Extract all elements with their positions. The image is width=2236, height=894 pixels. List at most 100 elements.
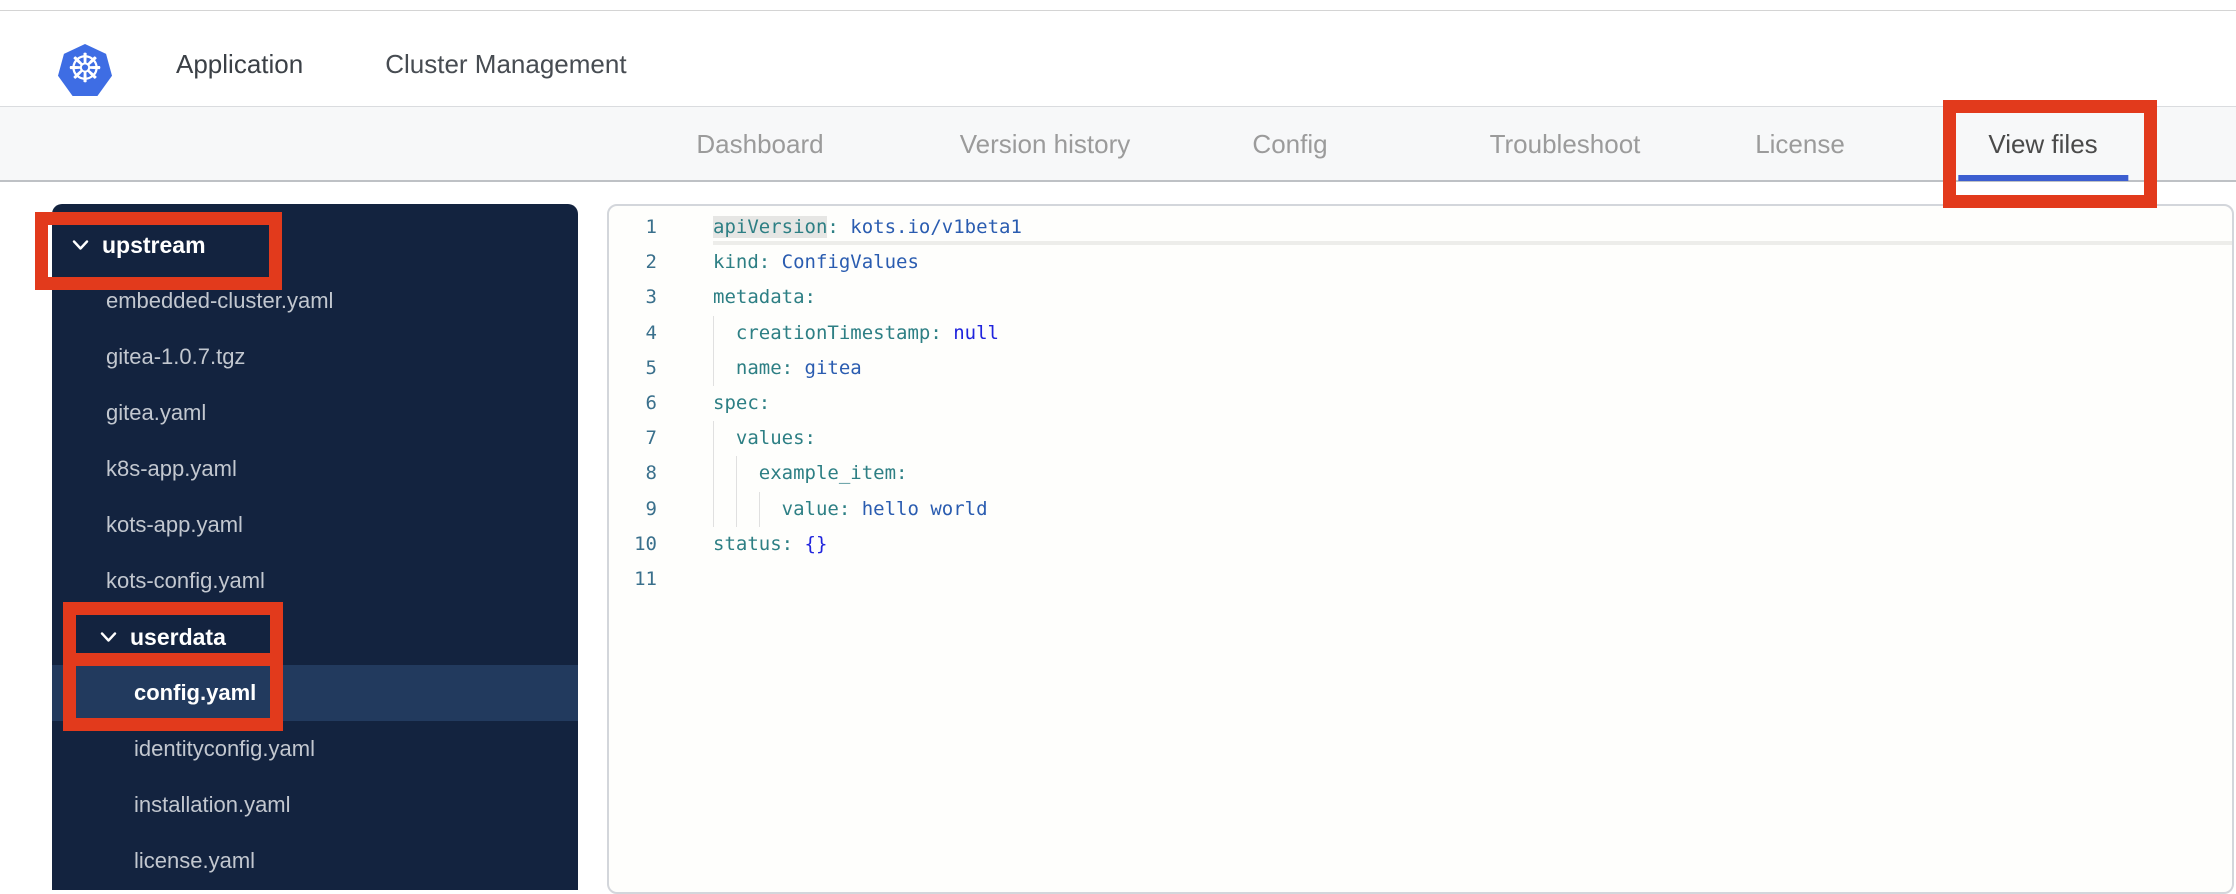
file-label: license.yaml	[134, 848, 256, 873]
app-subnav: Dashboard Version history Config Troublesho…	[0, 106, 2236, 182]
tab-cluster-management[interactable]: Cluster Management	[359, 20, 652, 115]
line-number: 10	[634, 532, 657, 555]
token: {}	[804, 532, 828, 555]
token: spec:	[713, 391, 771, 414]
line-number: 5	[645, 356, 657, 379]
code-line-11: 11	[609, 562, 2232, 597]
code-content: name: gitea	[713, 350, 862, 386]
code-line-1: 1 apiVersion: kots.io/v1beta1	[609, 210, 2232, 245]
line-number: 9	[645, 497, 657, 520]
file-label: k8s-app.yaml	[106, 456, 237, 481]
file-label: kots-app.yaml	[106, 512, 243, 537]
indent-guide	[713, 421, 736, 457]
kubernetes-logo: ☸	[58, 44, 112, 96]
indent-guide	[713, 491, 736, 527]
subnav-tab-version-history[interactable]: Version history	[960, 107, 1131, 181]
code-line-9: 9 value: hello world	[609, 491, 2232, 527]
line-number: 7	[645, 427, 657, 450]
indent-guide	[713, 456, 736, 492]
file-label: installation.yaml	[134, 792, 291, 817]
token: ConfigValues	[781, 251, 919, 274]
code-line-4: 4 creationTimestamp: null	[609, 315, 2232, 351]
file-label: config.yaml	[134, 680, 257, 705]
token: values:	[735, 427, 816, 450]
tree-item-license-yaml[interactable]: license.yaml	[52, 833, 578, 889]
file-viewer-panel[interactable]: 1 apiVersion: kots.io/v1beta1 2 kind: Confi…	[607, 204, 2234, 894]
token: status:	[713, 532, 794, 555]
tab-application[interactable]: Application	[150, 20, 330, 115]
tree-item-userdata[interactable]: userdata	[52, 609, 578, 665]
line-number: 3	[645, 286, 657, 309]
token: value:	[781, 497, 851, 520]
tree-item-kots-config-yaml[interactable]: kots-config.yaml	[52, 553, 578, 609]
token: kind:	[713, 251, 771, 274]
file-label: kots-config.yaml	[106, 568, 265, 593]
token: kots.io/v1beta1	[850, 216, 1022, 238]
indent-guide	[735, 491, 759, 527]
primary-nav: Application Cluster Management	[150, 20, 653, 115]
code-content: metadata:	[713, 280, 816, 315]
helm-wheel-icon: ☸	[67, 46, 103, 92]
code-content: status: {}	[713, 527, 827, 562]
indent-guide	[713, 315, 736, 351]
tree-item-identityconfig-yaml[interactable]: identityconfig.yaml	[52, 721, 578, 777]
token: metadata:	[713, 286, 816, 309]
line-number: 4	[645, 321, 657, 344]
code-line-7: 7 values:	[609, 421, 2232, 457]
token: creationTimestamp:	[735, 321, 942, 344]
code-line-3: 3 metadata:	[609, 280, 2232, 315]
token: hello world	[861, 497, 988, 520]
line-number: 11	[634, 567, 657, 590]
file-label: identityconfig.yaml	[134, 736, 315, 761]
tree-item-gitea-yaml[interactable]: gitea.yaml	[52, 385, 578, 441]
active-tab-underline	[1957, 175, 2128, 181]
file-tree-sidebar[interactable]: upstream embedded-cluster.yaml gitea-1.0.7…	[52, 204, 578, 890]
code-content: kind: ConfigValues	[713, 245, 919, 280]
code-content: creationTimestamp: null	[713, 315, 999, 351]
highlighted-token: apiVersion	[713, 216, 828, 238]
line-number: 6	[645, 391, 657, 414]
code-line-2: 2 kind: ConfigValues	[609, 245, 2232, 280]
indent-guide	[758, 491, 782, 527]
line-number: 8	[645, 462, 657, 485]
indent-guide	[735, 456, 759, 492]
code-content: values:	[713, 421, 816, 457]
tree-item-upstream[interactable]: upstream	[52, 217, 578, 273]
code-line-6: 6 spec:	[609, 386, 2232, 421]
tree-item-installation-yaml[interactable]: installation.yaml	[52, 777, 578, 833]
tree-item-gitea-1-0-7-tgz[interactable]: gitea-1.0.7.tgz	[52, 329, 578, 385]
line-number: 2	[645, 251, 657, 274]
subnav-tab-view-files[interactable]: View files	[1957, 107, 2128, 181]
token: null	[953, 321, 999, 344]
subnav-tab-config[interactable]: Config	[1252, 107, 1327, 181]
active-line-indicator	[713, 241, 2232, 245]
subnav-tab-dashboard[interactable]: Dashboard	[696, 107, 823, 181]
code-content: value: hello world	[713, 491, 988, 527]
tree-item-embedded-cluster-yaml[interactable]: embedded-cluster.yaml	[52, 273, 578, 329]
chevron-down-icon	[100, 631, 117, 643]
code-content: example_item:	[713, 456, 907, 492]
indent-guide	[713, 350, 736, 386]
file-label: gitea-1.0.7.tgz	[106, 344, 246, 369]
code-content: spec:	[713, 386, 770, 421]
folder-label: upstream	[102, 231, 206, 258]
tree-item-kots-app-yaml[interactable]: kots-app.yaml	[52, 497, 578, 553]
subnav-tab-troubleshoot[interactable]: Troubleshoot	[1490, 107, 1641, 181]
tree-item-config-yaml[interactable]: config.yaml	[52, 665, 578, 721]
folder-label: userdata	[130, 623, 226, 650]
chevron-down-icon	[72, 239, 89, 251]
token: gitea	[804, 356, 862, 379]
app-header: ☸ Application Cluster Management	[0, 11, 2236, 115]
file-label: gitea.yaml	[106, 400, 207, 425]
tree-item-k8s-app-yaml[interactable]: k8s-app.yaml	[52, 441, 578, 497]
code-content: apiVersion: kots.io/v1beta1	[713, 210, 1022, 245]
code-editor[interactable]: 1 apiVersion: kots.io/v1beta1 2 kind: Confi…	[609, 206, 2232, 597]
file-label: embedded-cluster.yaml	[106, 288, 334, 313]
subnav-tab-license[interactable]: License	[1755, 107, 1845, 181]
